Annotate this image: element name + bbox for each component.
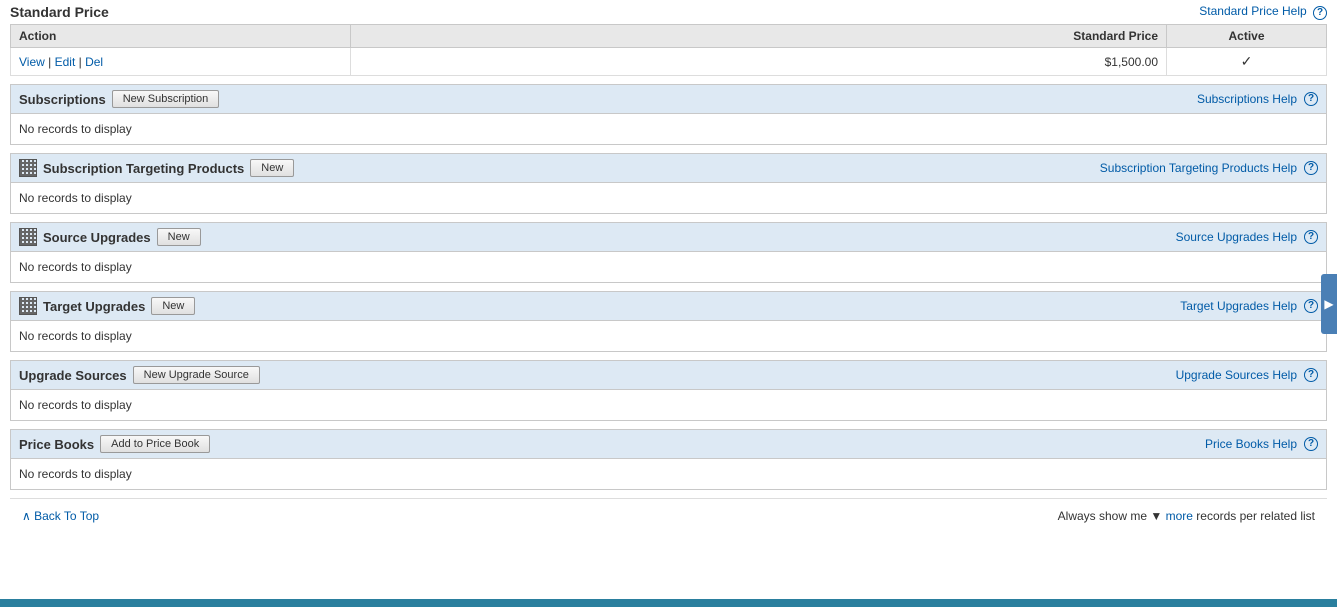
help-link-source-upgrades[interactable]: Source Upgrades Help	[1176, 230, 1297, 244]
section-header-left-subscriptions: Subscriptions New Subscription	[19, 90, 219, 108]
standard-price-help-area: Standard Price Help ?	[1199, 4, 1327, 20]
section-title-price-books: Price Books	[19, 437, 94, 452]
section-content-upgrade-sources: No records to display	[11, 390, 1326, 420]
help-icon-subscriptions[interactable]: ?	[1304, 92, 1318, 106]
section-subscription-targeting-products: Subscription Targeting ProductsNewSubscr…	[10, 153, 1327, 214]
help-link-target-upgrades[interactable]: Target Upgrades Help	[1180, 299, 1297, 313]
help-icon-source-upgrades[interactable]: ?	[1304, 230, 1318, 244]
section-title-subscriptions: Subscriptions	[19, 92, 106, 107]
sidebar-arrow-icon: ▶	[1324, 297, 1333, 311]
new-button-target-upgrades[interactable]: New	[151, 297, 195, 315]
grid-icon	[19, 297, 37, 315]
page-wrapper: Standard Price Standard Price Help ? Act…	[0, 0, 1337, 607]
section-header-left-upgrade-sources: Upgrade Sources New Upgrade Source	[19, 366, 260, 384]
no-records-text: No records to display	[19, 118, 132, 140]
section-header-upgrade-sources: Upgrade SourcesNew Upgrade SourceUpgrade…	[11, 361, 1326, 390]
section-upgrade-sources: Upgrade SourcesNew Upgrade SourceUpgrade…	[10, 360, 1327, 421]
sidebar-handle[interactable]: ▶	[1321, 274, 1337, 334]
help-link-subscription-targeting-products[interactable]: Subscription Targeting Products Help	[1100, 161, 1297, 175]
section-header-source-upgrades: Source Upgrades New Source Upgrades Help?	[11, 223, 1326, 252]
records-note-prefix: Always show me	[1058, 509, 1147, 523]
dropdown-arrow: ▼	[1150, 509, 1165, 523]
standard-price-table: Action Standard Price Active View | Edit…	[10, 24, 1327, 76]
standard-price-value: $1,500.00	[351, 48, 1167, 76]
standard-price-help-link[interactable]: Standard Price Help	[1199, 4, 1306, 18]
section-source-upgrades: Source Upgrades New Source Upgrades Help? N…	[10, 222, 1327, 283]
section-content-target-upgrades: No records to display	[11, 321, 1326, 351]
grid-icon	[19, 228, 37, 246]
section-title-upgrade-sources: Upgrade Sources	[19, 368, 127, 383]
section-target-upgrades: Target Upgrades New Target Upgrades Help? N…	[10, 291, 1327, 352]
section-header-price-books: Price Books Add to Price Book Price Books …	[11, 430, 1326, 459]
section-header-right-target-upgrades: Target Upgrades Help?	[1180, 299, 1318, 313]
section-content-subscriptions: No records to display	[11, 114, 1326, 144]
section-header-target-upgrades: Target Upgrades New Target Upgrades Help?	[11, 292, 1326, 321]
section-content-subscription-targeting-products: No records to display	[11, 183, 1326, 213]
section-header-right-upgrade-sources: Upgrade Sources Help?	[1176, 368, 1318, 382]
del-link[interactable]: Del	[85, 55, 103, 69]
section-header-left-source-upgrades: Source Upgrades New	[19, 228, 201, 246]
section-header-subscription-targeting-products: Subscription Targeting ProductsNewSubscr…	[11, 154, 1326, 183]
col-standard-price: Standard Price	[351, 25, 1167, 48]
section-title-target-upgrades: Target Upgrades	[43, 299, 145, 314]
active-checkmark: ✓	[1167, 48, 1327, 76]
no-records-text: No records to display	[19, 187, 132, 209]
back-to-top-link[interactable]: Back To Top	[22, 509, 99, 523]
help-link-upgrade-sources[interactable]: Upgrade Sources Help	[1176, 368, 1297, 382]
more-records-link[interactable]: more	[1166, 509, 1193, 523]
help-icon-subscription-targeting-products[interactable]: ?	[1304, 161, 1318, 175]
section-header-subscriptions: SubscriptionsNew SubscriptionSubscriptio…	[11, 85, 1326, 114]
no-records-text: No records to display	[19, 394, 132, 416]
help-icon-upgrade-sources[interactable]: ?	[1304, 368, 1318, 382]
section-price-books: Price Books Add to Price Book Price Books …	[10, 429, 1327, 490]
sections-container: SubscriptionsNew SubscriptionSubscriptio…	[0, 84, 1337, 490]
bottom-bar: Back To Top Always show me ▼ more record…	[10, 498, 1327, 533]
no-records-text: No records to display	[19, 463, 132, 485]
col-active: Active	[1167, 25, 1327, 48]
new-button-upgrade-sources[interactable]: New Upgrade Source	[133, 366, 260, 384]
view-link[interactable]: View	[19, 55, 45, 69]
section-header-right-source-upgrades: Source Upgrades Help?	[1176, 230, 1318, 244]
col-action: Action	[11, 25, 351, 48]
section-content-price-books: No records to display	[11, 459, 1326, 489]
help-icon-standard-price[interactable]: ?	[1313, 6, 1327, 20]
help-link-price-books[interactable]: Price Books Help	[1205, 437, 1297, 451]
records-note: Always show me ▼ more records per relate…	[1058, 509, 1315, 523]
section-header-right-subscription-targeting-products: Subscription Targeting Products Help?	[1100, 161, 1318, 175]
standard-price-header: Standard Price Standard Price Help ?	[10, 4, 1327, 24]
section-header-right-subscriptions: Subscriptions Help?	[1197, 92, 1318, 106]
standard-price-title: Standard Price	[10, 4, 109, 20]
section-header-left-subscription-targeting-products: Subscription Targeting Products New	[19, 159, 294, 177]
new-button-subscriptions[interactable]: New Subscription	[112, 90, 220, 108]
teal-bar	[0, 599, 1337, 607]
section-title-subscription-targeting-products: Subscription Targeting Products	[43, 161, 244, 176]
help-icon-price-books[interactable]: ?	[1304, 437, 1318, 451]
new-button-subscription-targeting-products[interactable]: New	[250, 159, 294, 177]
table-row: View | Edit | Del $1,500.00 ✓	[11, 48, 1327, 76]
new-button-price-books[interactable]: Add to Price Book	[100, 435, 210, 453]
no-records-text: No records to display	[19, 256, 132, 278]
no-records-text: No records to display	[19, 325, 132, 347]
help-icon-target-upgrades[interactable]: ?	[1304, 299, 1318, 313]
records-note-suffix: records per related list	[1196, 509, 1315, 523]
new-button-source-upgrades[interactable]: New	[157, 228, 201, 246]
section-header-left-target-upgrades: Target Upgrades New	[19, 297, 195, 315]
standard-price-section: Standard Price Standard Price Help ? Act…	[0, 0, 1337, 76]
section-header-left-price-books: Price Books Add to Price Book	[19, 435, 210, 453]
grid-icon	[19, 159, 37, 177]
edit-link[interactable]: Edit	[55, 55, 76, 69]
help-link-subscriptions[interactable]: Subscriptions Help	[1197, 92, 1297, 106]
action-cell: View | Edit | Del	[11, 48, 351, 76]
section-subscriptions: SubscriptionsNew SubscriptionSubscriptio…	[10, 84, 1327, 145]
section-title-source-upgrades: Source Upgrades	[43, 230, 151, 245]
section-header-right-price-books: Price Books Help?	[1205, 437, 1318, 451]
section-content-source-upgrades: No records to display	[11, 252, 1326, 282]
